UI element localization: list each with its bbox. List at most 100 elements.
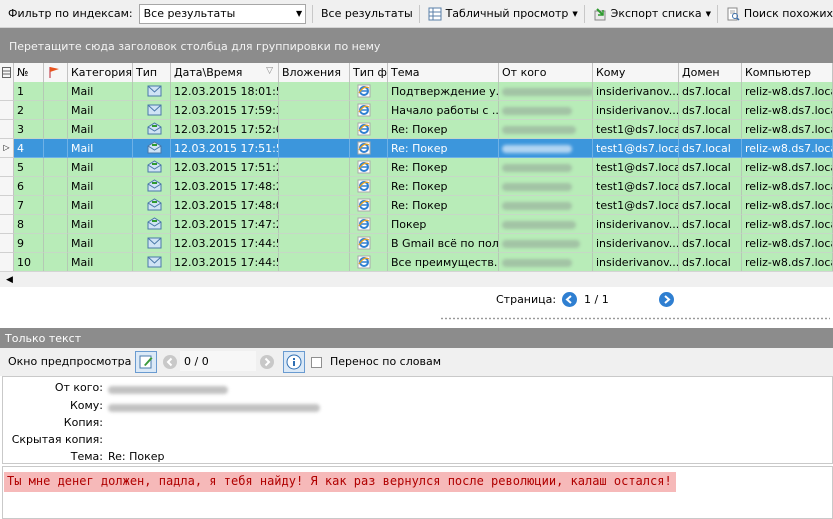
cell-type[interactable] [133,139,171,158]
cell-computer[interactable]: reliz-w8.ds7.local [742,82,833,101]
cell-type[interactable] [133,234,171,253]
cell-from[interactable] [499,253,593,272]
cell-to[interactable]: insiderivanov... [593,101,679,120]
cell-number[interactable]: 10 [14,253,44,272]
cell-number[interactable]: 5 [14,158,44,177]
cell-type[interactable] [133,158,171,177]
previous-match-icon[interactable] [163,355,177,369]
cell-number[interactable]: 7 [14,196,44,215]
cell-type[interactable] [133,177,171,196]
cell-from[interactable] [499,120,593,139]
cell-to[interactable]: insiderivanov... [593,215,679,234]
cell-file-type[interactable] [350,234,388,253]
cell-datetime[interactable]: 12.03.2015 17:51:29 [171,158,279,177]
cell-datetime[interactable]: 12.03.2015 17:44:58 [171,253,279,272]
cell-flag[interactable] [44,139,68,158]
cell-subject[interactable]: Все преимуществ... [388,253,499,272]
cell-flag[interactable] [44,101,68,120]
cell-number[interactable]: 2 [14,101,44,120]
cell-computer[interactable]: reliz-w8.ds7.local [742,177,833,196]
cell-computer[interactable]: reliz-w8.ds7.local [742,120,833,139]
column-chooser-icon[interactable] [0,63,14,83]
cell-category[interactable]: Mail [68,158,133,177]
cell-datetime[interactable]: 12.03.2015 17:44:58 [171,234,279,253]
next-match-icon[interactable] [260,355,274,369]
cell-to[interactable]: test1@ds7.local... [593,158,679,177]
cell-to[interactable]: test1@ds7.local... [593,120,679,139]
cell-domain[interactable]: ds7.local [679,215,742,234]
cell-from[interactable] [499,139,593,158]
cell-attachments[interactable] [279,158,350,177]
cell-number[interactable]: 4 [14,139,44,158]
cell-computer[interactable]: reliz-w8.ds7.local [742,101,833,120]
table-row[interactable]: 2 Mail 12.03.2015 17:59:35 Начало работы с … [0,101,833,120]
cell-category[interactable]: Mail [68,196,133,215]
cell-domain[interactable]: ds7.local [679,234,742,253]
cell-from[interactable] [499,196,593,215]
cell-file-type[interactable] [350,215,388,234]
row-indicator[interactable] [0,120,14,139]
previous-page-icon[interactable] [562,292,577,307]
cell-from[interactable] [499,82,593,101]
cell-type[interactable] [133,253,171,272]
export-list-button[interactable]: Экспорт списка ▼ [593,7,711,21]
cell-number[interactable]: 3 [14,120,44,139]
cell-number[interactable]: 6 [14,177,44,196]
table-row[interactable]: 1 Mail 12.03.2015 18:01:50 Подтверждение у.… [0,82,833,101]
cell-computer[interactable]: reliz-w8.ds7.local [742,253,833,272]
cell-from[interactable] [499,177,593,196]
cell-category[interactable]: Mail [68,234,133,253]
cell-domain[interactable]: ds7.local [679,82,742,101]
cell-file-type[interactable] [350,139,388,158]
cell-attachments[interactable] [279,215,350,234]
cell-attachments[interactable] [279,120,350,139]
cell-domain[interactable]: ds7.local [679,196,742,215]
cell-subject[interactable]: Re: Покер [388,158,499,177]
cell-number[interactable]: 9 [14,234,44,253]
column-header-domain[interactable]: Домен [679,63,742,83]
cell-category[interactable]: Mail [68,215,133,234]
row-indicator[interactable] [0,253,14,272]
row-indicator[interactable] [0,177,14,196]
cell-from[interactable] [499,158,593,177]
cell-subject[interactable]: Re: Покер [388,120,499,139]
cell-to[interactable]: insiderivanov... [593,253,679,272]
cell-to[interactable]: insiderivanov... [593,234,679,253]
column-header-from[interactable]: От кого [499,63,593,83]
cell-to[interactable]: test1@ds7.local... [593,177,679,196]
cell-flag[interactable] [44,120,68,139]
column-header-file-type[interactable]: Тип фа [350,63,388,83]
cell-category[interactable]: Mail [68,82,133,101]
cell-file-type[interactable] [350,82,388,101]
cell-attachments[interactable] [279,101,350,120]
column-header-type[interactable]: Тип [133,63,171,83]
message-body[interactable]: Ты мне денег должен, падла, я тебя найду… [2,466,833,519]
cell-to[interactable]: test1@ds7.local... [593,139,679,158]
cell-category[interactable]: Mail [68,253,133,272]
cell-file-type[interactable] [350,101,388,120]
row-indicator[interactable] [0,215,14,234]
cell-subject[interactable]: Re: Покер [388,196,499,215]
search-similar-button[interactable]: Поиск похожих [726,7,833,21]
row-indicator[interactable] [0,234,14,253]
row-indicator[interactable] [0,82,14,101]
edit-button[interactable] [135,351,157,373]
cell-computer[interactable]: reliz-w8.ds7.local [742,234,833,253]
cell-number[interactable]: 1 [14,82,44,101]
splitter-grip[interactable] [440,317,830,320]
cell-file-type[interactable] [350,158,388,177]
cell-datetime[interactable]: 12.03.2015 17:59:35 [171,101,279,120]
column-header-flag[interactable] [44,63,68,83]
cell-to[interactable]: test1@ds7.local... [593,196,679,215]
table-row[interactable]: 3 Mail 12.03.2015 17:52:07 Re: Покер test1@d… [0,120,833,139]
cell-type[interactable] [133,215,171,234]
cell-attachments[interactable] [279,177,350,196]
cell-domain[interactable]: ds7.local [679,139,742,158]
cell-domain[interactable]: ds7.local [679,253,742,272]
row-indicator[interactable] [0,101,14,120]
cell-domain[interactable]: ds7.local [679,158,742,177]
cell-domain[interactable]: ds7.local [679,120,742,139]
table-row[interactable]: 10 Mail 12.03.2015 17:44:58 Все преимуществ… [0,253,833,272]
cell-computer[interactable]: reliz-w8.ds7.local [742,215,833,234]
cell-attachments[interactable] [279,234,350,253]
